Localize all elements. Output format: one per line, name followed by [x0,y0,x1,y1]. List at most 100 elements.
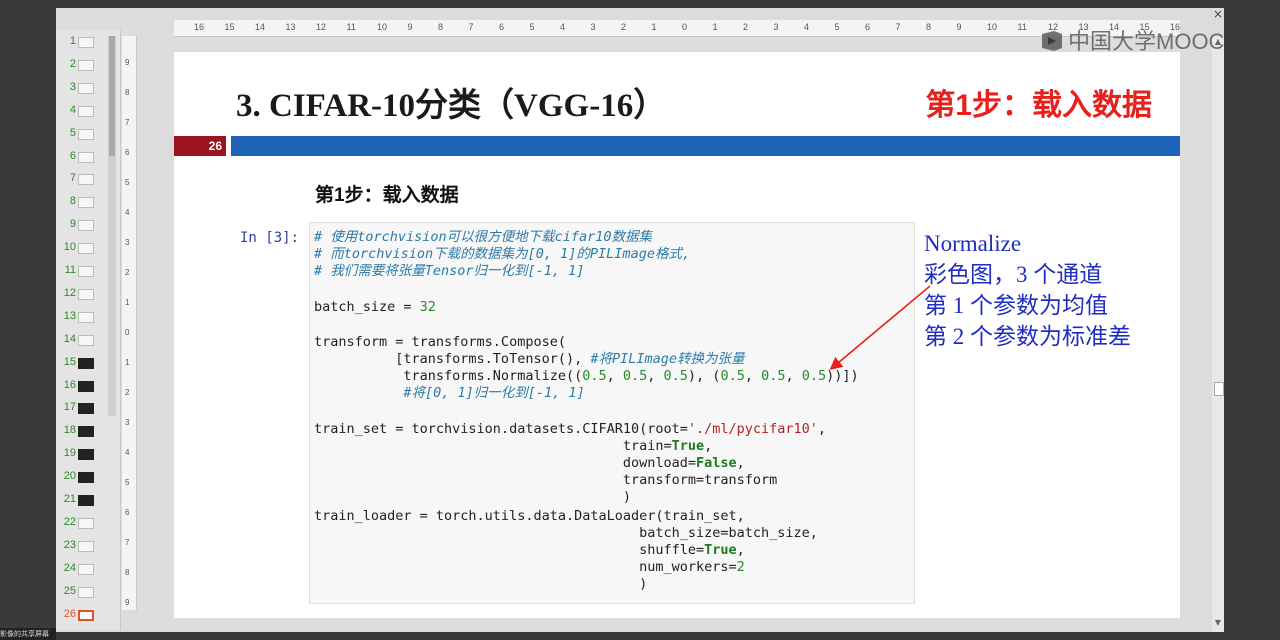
ruler-tick-label: 1 [125,358,130,367]
ruler-tick-label: 0 [125,328,130,337]
ruler-tick-label: 12 [316,22,327,32]
ruler-tick-label: 8 [438,22,444,32]
ruler-tick-label: 11 [346,22,356,32]
slide-thumbnail-number: 22 [63,515,76,528]
slide-thumbnail-number: 12 [63,286,76,299]
thumbnail-scroll-knob[interactable] [109,36,115,156]
slide-thumbnail-number: 23 [63,538,76,551]
slide-thumbnail-preview [78,243,94,255]
slide-thumbnail-number: 4 [69,103,76,116]
slide-thumbnail-preview [78,334,94,346]
slide-thumbnail-number: 6 [69,149,76,162]
slide-thumbnail-number: 25 [63,584,76,597]
slide-thumbnail-number: 5 [69,126,76,139]
ruler-tick-label: 6 [865,22,871,32]
horizontal-ruler: 16 15 14 13 12 11 10 9 8 7 6 5 4 3 2 1 0 1 2 3 4 5 6 7 8 9 10 11 12 1… [174,20,1180,37]
editor-scrollbar[interactable]: ▲ ▼ [1212,36,1224,632]
slide-thumbnail[interactable]: 25 [56,582,120,602]
ruler-tick-label: 1 [651,22,657,32]
ruler-tick-label: 8 [125,568,130,577]
slide-thumbnail-number: 24 [63,561,76,574]
slide-thumbnail-preview [78,586,94,598]
slide-thumbnail-number: 1 [69,35,76,47]
slide-thumbnail-number: 20 [63,470,76,483]
slide-thumbnail-preview [78,472,94,484]
slide-thumbnail[interactable]: 22 [56,513,120,533]
slide-thumbnail-number: 17 [63,401,76,414]
slide-thumbnail-number: 7 [69,172,76,185]
slide-thumbnail-preview [78,128,94,140]
ruler-tick-label: 6 [499,22,505,32]
vertical-ruler: 9 8 7 6 5 4 3 2 1 0 1 2 3 4 5 6 7 8 9 [122,36,137,610]
ruler-tick-label: 3 [773,22,779,32]
ruler-tick-label: 2 [125,268,130,277]
slide-thumbnail-preview [78,540,94,552]
slide-thumbnail-preview [78,380,94,392]
slide-canvas: 3. CIFAR-10分类（VGG-16） 第1步：载入数据 26 第1步：载入… [174,52,1180,618]
slide-thumbnail-preview [78,174,94,186]
slide-thumbnail-number: 8 [69,195,76,208]
slide-thumbnail-preview [78,82,94,94]
slide-thumbnail[interactable]: 19 [56,444,120,464]
slide-thumbnail-preview [78,105,94,117]
ruler-tick-label: 3 [590,22,596,32]
ruler-tick-label: 6 [125,148,130,157]
slide-thumbnail-preview [78,609,94,621]
slide-thumbnail-number: 11 [64,264,76,276]
close-icon[interactable]: × [1212,8,1224,20]
slide-thumbnail-preview [78,288,94,300]
slide-thumbnail-number: 21 [63,493,76,505]
slide-thumbnail-preview [78,266,94,277]
slide-thumbnail[interactable]: 24 [56,559,120,579]
ruler-tick-label: 1 [712,22,718,32]
ruler-tick-label: 4 [125,448,130,457]
editor-scroll-knob[interactable] [1214,382,1224,396]
slide-thumbnail-preview [78,220,94,232]
slide-thumbnail[interactable]: 23 [56,536,120,556]
ruler-tick-label: 7 [125,118,130,127]
ruler-tick-label: 7 [895,22,901,32]
slide-thumbnail[interactable]: 26 [56,605,120,625]
ruler-tick-label: 13 [285,22,296,32]
ruler-tick-label: 5 [125,478,130,487]
slide-thumbnail-number: 13 [63,309,76,322]
slide-thumbnail-number: 3 [69,80,76,93]
slide-thumbnail-preview [78,37,94,48]
ruler-tick-label: 8 [125,88,130,97]
ruler-tick-label: 16 [194,22,205,32]
ruler-tick-label: 7 [125,538,130,547]
ruler-tick-label: 10 [987,22,998,32]
ruler-tick-label: 3 [125,238,130,247]
mooc-watermark: 中国大学MOOC [1040,24,1224,56]
slide-thumbnail[interactable]: 20 [56,467,120,487]
thumbnail-scrollbar[interactable] [108,36,116,416]
slide-thumbnail-number: 9 [69,218,76,231]
watermark-text: 中国大学MOOC [1068,29,1225,54]
ruler-tick-label: 2 [125,388,130,397]
slide-thumbnail-number: 10 [63,241,76,254]
ruler-tick-label: 9 [956,22,962,32]
slide-thumbnail-preview [78,311,94,323]
ruler-tick-label: 8 [926,22,932,32]
ruler-tick-label: 14 [255,22,266,32]
ruler-tick-label: 10 [377,22,388,32]
ruler-tick-label: 0 [682,22,688,32]
ruler-tick-label: 6 [125,508,130,517]
slide-thumbnail-number: 16 [63,378,76,391]
ruler-tick-label: 4 [560,22,566,32]
slide-thumbnail[interactable]: 21 [56,490,120,510]
slide-thumbnail-number: 2 [69,57,76,70]
ruler-tick-label: 4 [804,22,810,32]
slide-thumbnail[interactable]: 18 [56,421,120,441]
slide-thumbnail-preview [78,426,94,438]
slide-thumbnail-preview [78,151,94,163]
slide-thumbnail-preview [78,449,94,461]
slide-thumbnail-number: 18 [63,424,76,437]
slide-thumbnail-preview [78,517,94,529]
screen-share-label: 影像的共享屏幕 [0,628,56,640]
scroll-down-icon[interactable]: ▼ [1213,618,1223,628]
ruler-tick-label: 4 [125,208,130,217]
slide-thumbnail-number: 14 [63,332,76,345]
ruler-tick-label: 9 [125,58,130,67]
ruler-tick-label: 9 [125,598,130,607]
